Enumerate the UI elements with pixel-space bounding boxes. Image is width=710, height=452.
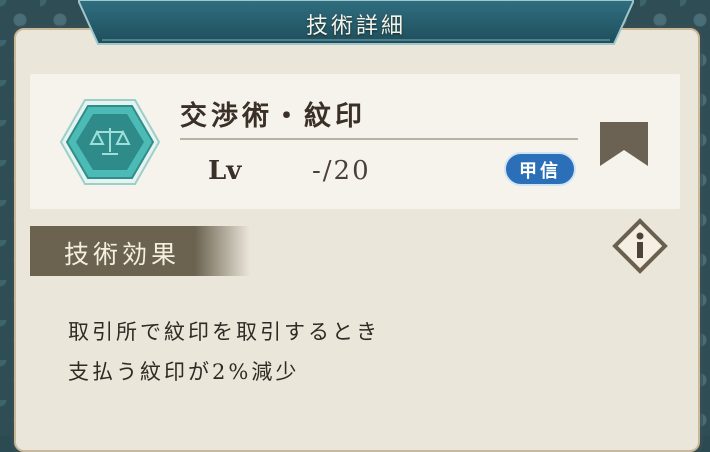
effect-header: 技術効果 xyxy=(30,226,250,276)
level-value: -/20 xyxy=(312,156,371,186)
effect-line: 支払う紋印が2%減少 xyxy=(68,360,300,384)
skill-name: 交渉術・紋印 xyxy=(180,101,366,132)
info-icon[interactable] xyxy=(612,218,668,274)
effect-description: 取引所で紋印を取引するとき 支払う紋印が2%減少 xyxy=(30,276,680,436)
skill-card: 交渉術・紋印 Lv -/20 甲信 xyxy=(30,74,680,209)
page-title: 技術詳細 xyxy=(305,14,406,39)
effect-title: 技術効果 xyxy=(64,240,181,269)
scales-icon xyxy=(57,94,163,190)
effect-line: 取引所で紋印を取引するとき xyxy=(68,320,380,344)
level-label: Lv xyxy=(208,156,242,186)
region-badge-label: 甲信 xyxy=(519,161,561,182)
title-banner: 技術詳細 xyxy=(78,0,634,46)
region-badge: 甲信 xyxy=(504,152,576,186)
bookmark-icon[interactable] xyxy=(598,120,650,168)
divider xyxy=(180,138,578,140)
